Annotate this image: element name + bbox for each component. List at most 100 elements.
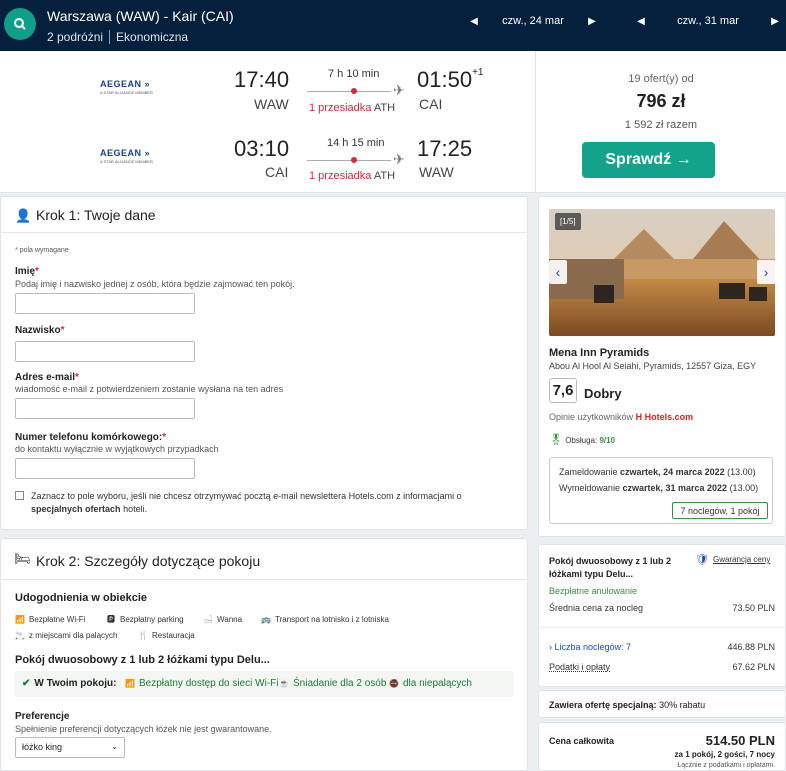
stop-dot <box>351 157 357 163</box>
last-name-input[interactable] <box>15 341 195 362</box>
trip-meta[interactable]: 2 podróżni Ekonomiczna <box>47 30 188 44</box>
checkin-row: Zameldowanie czwartek, 24 marca 2022 (13… <box>559 467 756 477</box>
chevron-right-icon: › <box>549 642 552 652</box>
return-date-nav: ◀ czw., 31 mar ▶ <box>636 14 780 28</box>
cabin-class: Ekonomiczna <box>116 30 189 44</box>
stop-dot <box>351 88 357 94</box>
prev-return-date-arrow[interactable]: ◀ <box>636 14 646 28</box>
hotel-name[interactable]: Mena Inn Pyramids <box>549 347 649 359</box>
arrival-time: 01:50+1 <box>417 67 484 92</box>
wifi-icon: 📶 <box>15 614 25 624</box>
in-room-label: ✔ W Twoim pokoju: <box>22 678 117 689</box>
top-bar: Warszawa (WAW) - Kair (CAI) 2 podróżni E… <box>0 0 786 51</box>
in-room-nonsmoking: 🚭 dla niepalących <box>389 678 472 689</box>
rating-label: Dobry <box>584 386 622 401</box>
total-note: Łącznie z podatkami i opłatami. <box>677 762 775 769</box>
in-room-bar: ✔ W Twoim pokoju: 📶 Bezpłatny dostęp do si… <box>14 671 514 697</box>
room-name: Pokój dwuosobowy z 1 lub 2 łóżkami typu … <box>549 556 672 579</box>
price-total: 1 592 zł razem <box>624 119 698 131</box>
departure-airport: WAW <box>254 96 289 112</box>
image-counter: [1/5] <box>555 213 581 230</box>
amenities-title: Udogodnienia w obiekcie <box>15 592 148 604</box>
airline-logo: AEGEAN » A STAR ALLIANCE MEMBER <box>100 79 153 95</box>
prev-depart-date-arrow[interactable]: ◀ <box>469 14 479 28</box>
special-offer-panel: Zawiera ofertę specjalną: 30% rabatu <box>538 690 786 718</box>
service-score: 🎖 Obsługa: 9/10 <box>549 434 616 446</box>
check-icon: ✔ <box>22 678 31 689</box>
avg-price-row: Średnia cena za nocleg 73.50 PLN <box>549 603 775 613</box>
coffee-icon: ☕ <box>279 679 289 688</box>
in-room-wifi: 📶 Bezpłatny dostęp do sieci Wi-Fi <box>125 678 279 689</box>
hotel-image[interactable]: [1/5] ‹ › <box>549 209 775 336</box>
preferences-label: Preferencje <box>15 711 70 722</box>
divider <box>1 232 527 233</box>
chevron-down-icon: ⌄ <box>111 742 118 751</box>
amenity-parking: 🅿 Bezpłatny parking <box>107 614 184 624</box>
bed-icon: 🛏 <box>14 551 31 566</box>
step2-panel: 🛏 Krok 2: Szczegóły dotyczące pokoju Udo… <box>0 538 528 771</box>
next-image-button[interactable]: › <box>757 260 775 284</box>
return-date[interactable]: czw., 31 mar <box>646 15 770 27</box>
step1-panel: 👤 Krok 1: Twoje dane * pola wymagane Imi… <box>0 196 528 530</box>
wifi-icon: 📶 <box>125 679 135 688</box>
shuttle-icon: 🚌 <box>261 614 271 624</box>
aegean-mark-icon: » <box>144 79 151 89</box>
special-offer: Zawiera ofertę specjalną: 30% rabatu <box>549 700 706 710</box>
arrival-time: 17:25 <box>417 136 473 161</box>
smoking-icon: 🚬 <box>15 630 25 640</box>
bed-type-value: łóżko king <box>22 742 63 752</box>
hotel-panel: [1/5] ‹ › Mena Inn Pyramids Abou Al Hool… <box>538 196 786 537</box>
hotel-address: Abou Al Hool Al Seiahi, Pyramids, 12557 … <box>549 361 757 371</box>
next-depart-date-arrow[interactable]: ▶ <box>587 14 597 28</box>
email-input[interactable] <box>15 398 195 419</box>
newsletter-checkbox[interactable] <box>15 491 24 500</box>
departure-airport: CAI <box>265 164 289 180</box>
taxes-row[interactable]: Podatki i opłaty 67.62 PLN <box>549 662 775 672</box>
aegean-mark-icon: » <box>144 148 151 158</box>
pricing-panel: Pokój dwuosobowy z 1 lub 2 łóżkami typu … <box>538 544 786 687</box>
departure-time: 17:40 <box>234 67 290 92</box>
phone-input[interactable] <box>15 458 195 479</box>
total-panel: Cena całkowita 514.50 PLN za 1 pokój, 2 … <box>538 722 786 771</box>
room-title: Pokój dwuosobowy z 1 lub 2 łóżkami typu … <box>15 654 270 666</box>
outbound-leg[interactable]: AEGEAN » A STAR ALLIANCE MEMBER 17:40 WA… <box>95 63 515 123</box>
divider <box>1 579 527 580</box>
bed-type-select[interactable]: łóżko king ⌄ <box>15 737 125 758</box>
next-return-date-arrow[interactable]: ▶ <box>770 14 780 28</box>
restaurant-icon: 🍴 <box>138 630 148 640</box>
price-guarantee[interactable]: 🛡 Gwarancja ceny <box>695 553 770 566</box>
newsletter-text: Zaznacz to pole wyboru, jeśli nie chcesz… <box>31 491 462 514</box>
email-hint: wiadomość e-mail z potwierdzeniem zostan… <box>15 384 284 394</box>
plane-icon: ✈ <box>393 151 405 167</box>
user-icon: 👤 <box>15 208 32 223</box>
email-label: Adres e-mail* <box>15 372 79 383</box>
prev-image-button[interactable]: ‹ <box>549 260 567 284</box>
route-line <box>307 160 391 161</box>
badge-icon: 🎖 <box>549 434 563 446</box>
depart-date-nav: ◀ czw., 24 mar ▶ <box>469 14 597 28</box>
first-name-input[interactable] <box>15 293 195 314</box>
depart-date[interactable]: czw., 24 mar <box>479 15 587 27</box>
search-button[interactable] <box>4 8 36 40</box>
required-note: * pola wymagane <box>15 247 69 254</box>
route-title[interactable]: Warszawa (WAW) - Kair (CAI) <box>47 8 234 24</box>
check-button[interactable]: Sprawdź → <box>582 142 715 178</box>
guarantee-icon: 🛡 <box>695 554 709 566</box>
checkout-row: Wymeldowanie czwartek, 31 marca 2022 (13… <box>559 483 759 493</box>
phone-hint: do kontaktu wyłącznie w wyjątkowych przy… <box>15 444 219 454</box>
search-icon <box>14 18 26 30</box>
inbound-leg[interactable]: AEGEAN » A STAR ALLIANCE MEMBER 03:10 CA… <box>95 132 515 192</box>
nights-row[interactable]: › Liczba noclegów: 7 446.88 PLN <box>549 642 775 652</box>
reviews-row[interactable]: Opinie użytkowników H Hotels.com <box>549 412 693 422</box>
first-name-hint: Podaj imię i nazwisko jednej z osób, któ… <box>15 279 295 289</box>
nights-summary[interactable]: 7 noclegów, 1 pokój <box>672 502 768 519</box>
hotel-photo <box>549 209 775 336</box>
free-cancellation: Bezpłatne anulowanie <box>549 586 638 596</box>
no-smoking-icon: 🚭 <box>389 679 399 688</box>
price-per-person: 796 zł <box>636 91 686 111</box>
amenity-bathtub: 🛁 Wanna <box>203 614 243 624</box>
amenity-wifi: 📶 Bezpłatne Wi-Fi <box>15 614 86 624</box>
step1-title: Krok 1: Twoje dane <box>36 207 156 223</box>
last-name-label: Nazwisko* <box>15 325 65 336</box>
phone-label: Numer telefonu komórkowego:* <box>15 432 167 443</box>
